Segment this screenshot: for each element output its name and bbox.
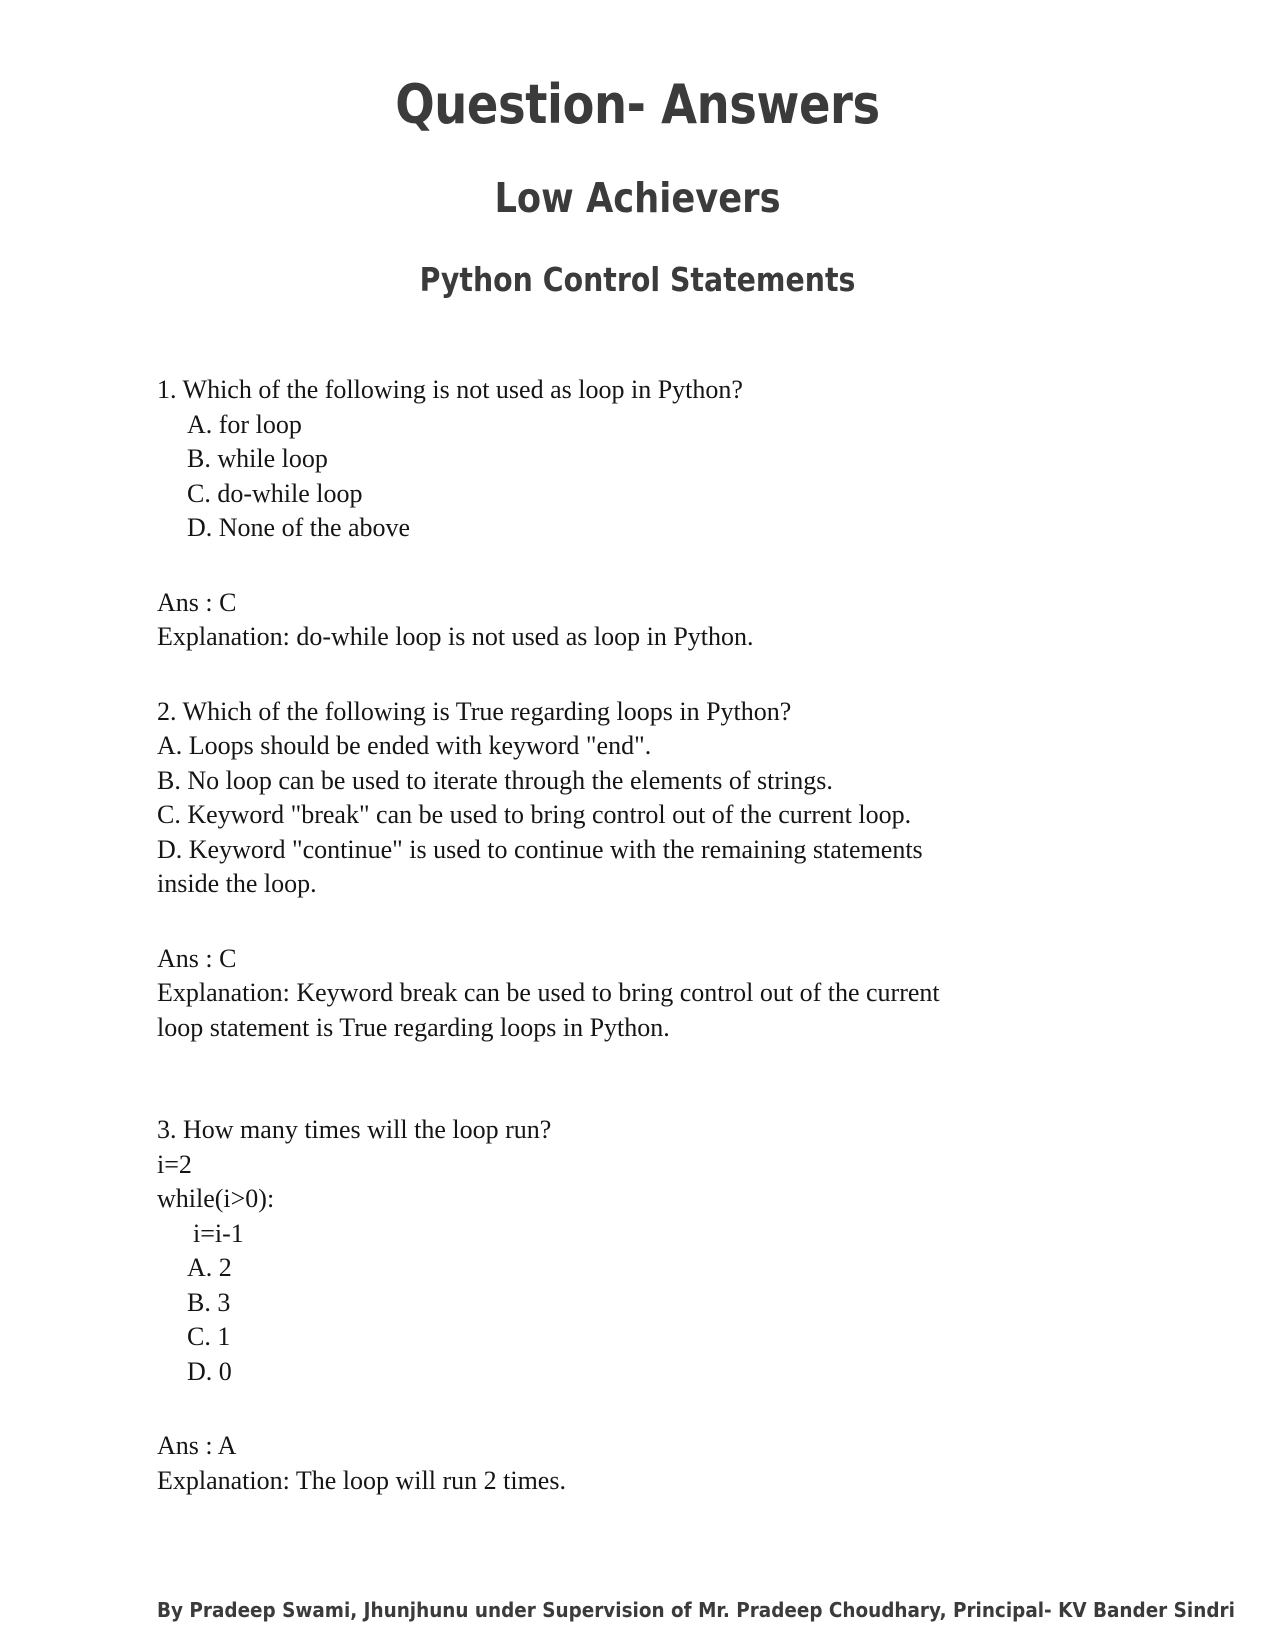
question-1-option-a: A. for loop (187, 409, 302, 439)
question-prompt-3: 3. How many times will the loop run? (157, 1115, 552, 1144)
question-2-explanation-line-2: loop statement is True regarding loops i… (157, 1012, 670, 1042)
question-2-option-a: A. Loops should be ended with keyword "e… (157, 731, 652, 760)
question-3-answer: Ans : A (157, 1431, 237, 1460)
question-2-option-d-cont: inside the loop. (157, 869, 317, 898)
question-block-3: 3. How many times will the loop run? i=2… (157, 1113, 1117, 1498)
question-2-option-c: C. Keyword "break" can be used to bring … (157, 800, 912, 829)
question-block-1: 1. Which of the following is not used as… (157, 373, 1117, 655)
question-1-option-c: C. do-while loop (187, 478, 363, 508)
footer-credit: By Pradeep Swami, Jhunjhunu under Superv… (157, 1598, 1235, 1622)
question-1-option-d: D. None of the above (187, 513, 411, 542)
page-title: Question- Answers (395, 73, 880, 136)
question-3-option-b: B. 3 (187, 1287, 231, 1317)
question-1-explanation-line-1: Explanation: do-while loop is not used a… (157, 622, 754, 651)
question-2-answer: Ans : C (157, 943, 237, 973)
document-body: 1. Which of the following is not used as… (157, 373, 1117, 1498)
question-3-option-a: A. 2 (187, 1253, 232, 1282)
question-3-explanation-line-1: Explanation: The loop will run 2 times. (157, 1465, 566, 1495)
question-2-option-b: B. No loop can be used to iterate throug… (157, 765, 833, 795)
question-block-2: 2. Which of the following is True regard… (157, 695, 1117, 1046)
question-3-option-d: D. 0 (187, 1356, 232, 1386)
question-3-code-line-2: while(i>0): (157, 1184, 275, 1213)
question-prompt-1: 1. Which of the following is not used as… (157, 375, 743, 404)
document-page: Question- Answers Low Achievers Python C… (0, 0, 1275, 1650)
question-3-code-line-3: i=i-1 (193, 1218, 244, 1248)
question-2-explanation-line-1: Explanation: Keyword break can be used t… (157, 978, 940, 1007)
question-prompt-2: 2. Which of the following is True regard… (157, 696, 792, 726)
question-1-answer: Ans : C (157, 587, 237, 617)
question-3-option-c: C. 1 (187, 1322, 231, 1351)
question-2-option-d: D. Keyword "continue" is used to continu… (157, 834, 923, 864)
document-headings: Question- Answers Low Achievers Python C… (0, 0, 1275, 299)
page-topic: Python Control Statements (419, 260, 856, 299)
question-3-code-line-1: i=2 (157, 1149, 192, 1179)
question-1-option-b: B. while loop (187, 444, 328, 473)
page-subtitle: Low Achievers (494, 174, 781, 222)
